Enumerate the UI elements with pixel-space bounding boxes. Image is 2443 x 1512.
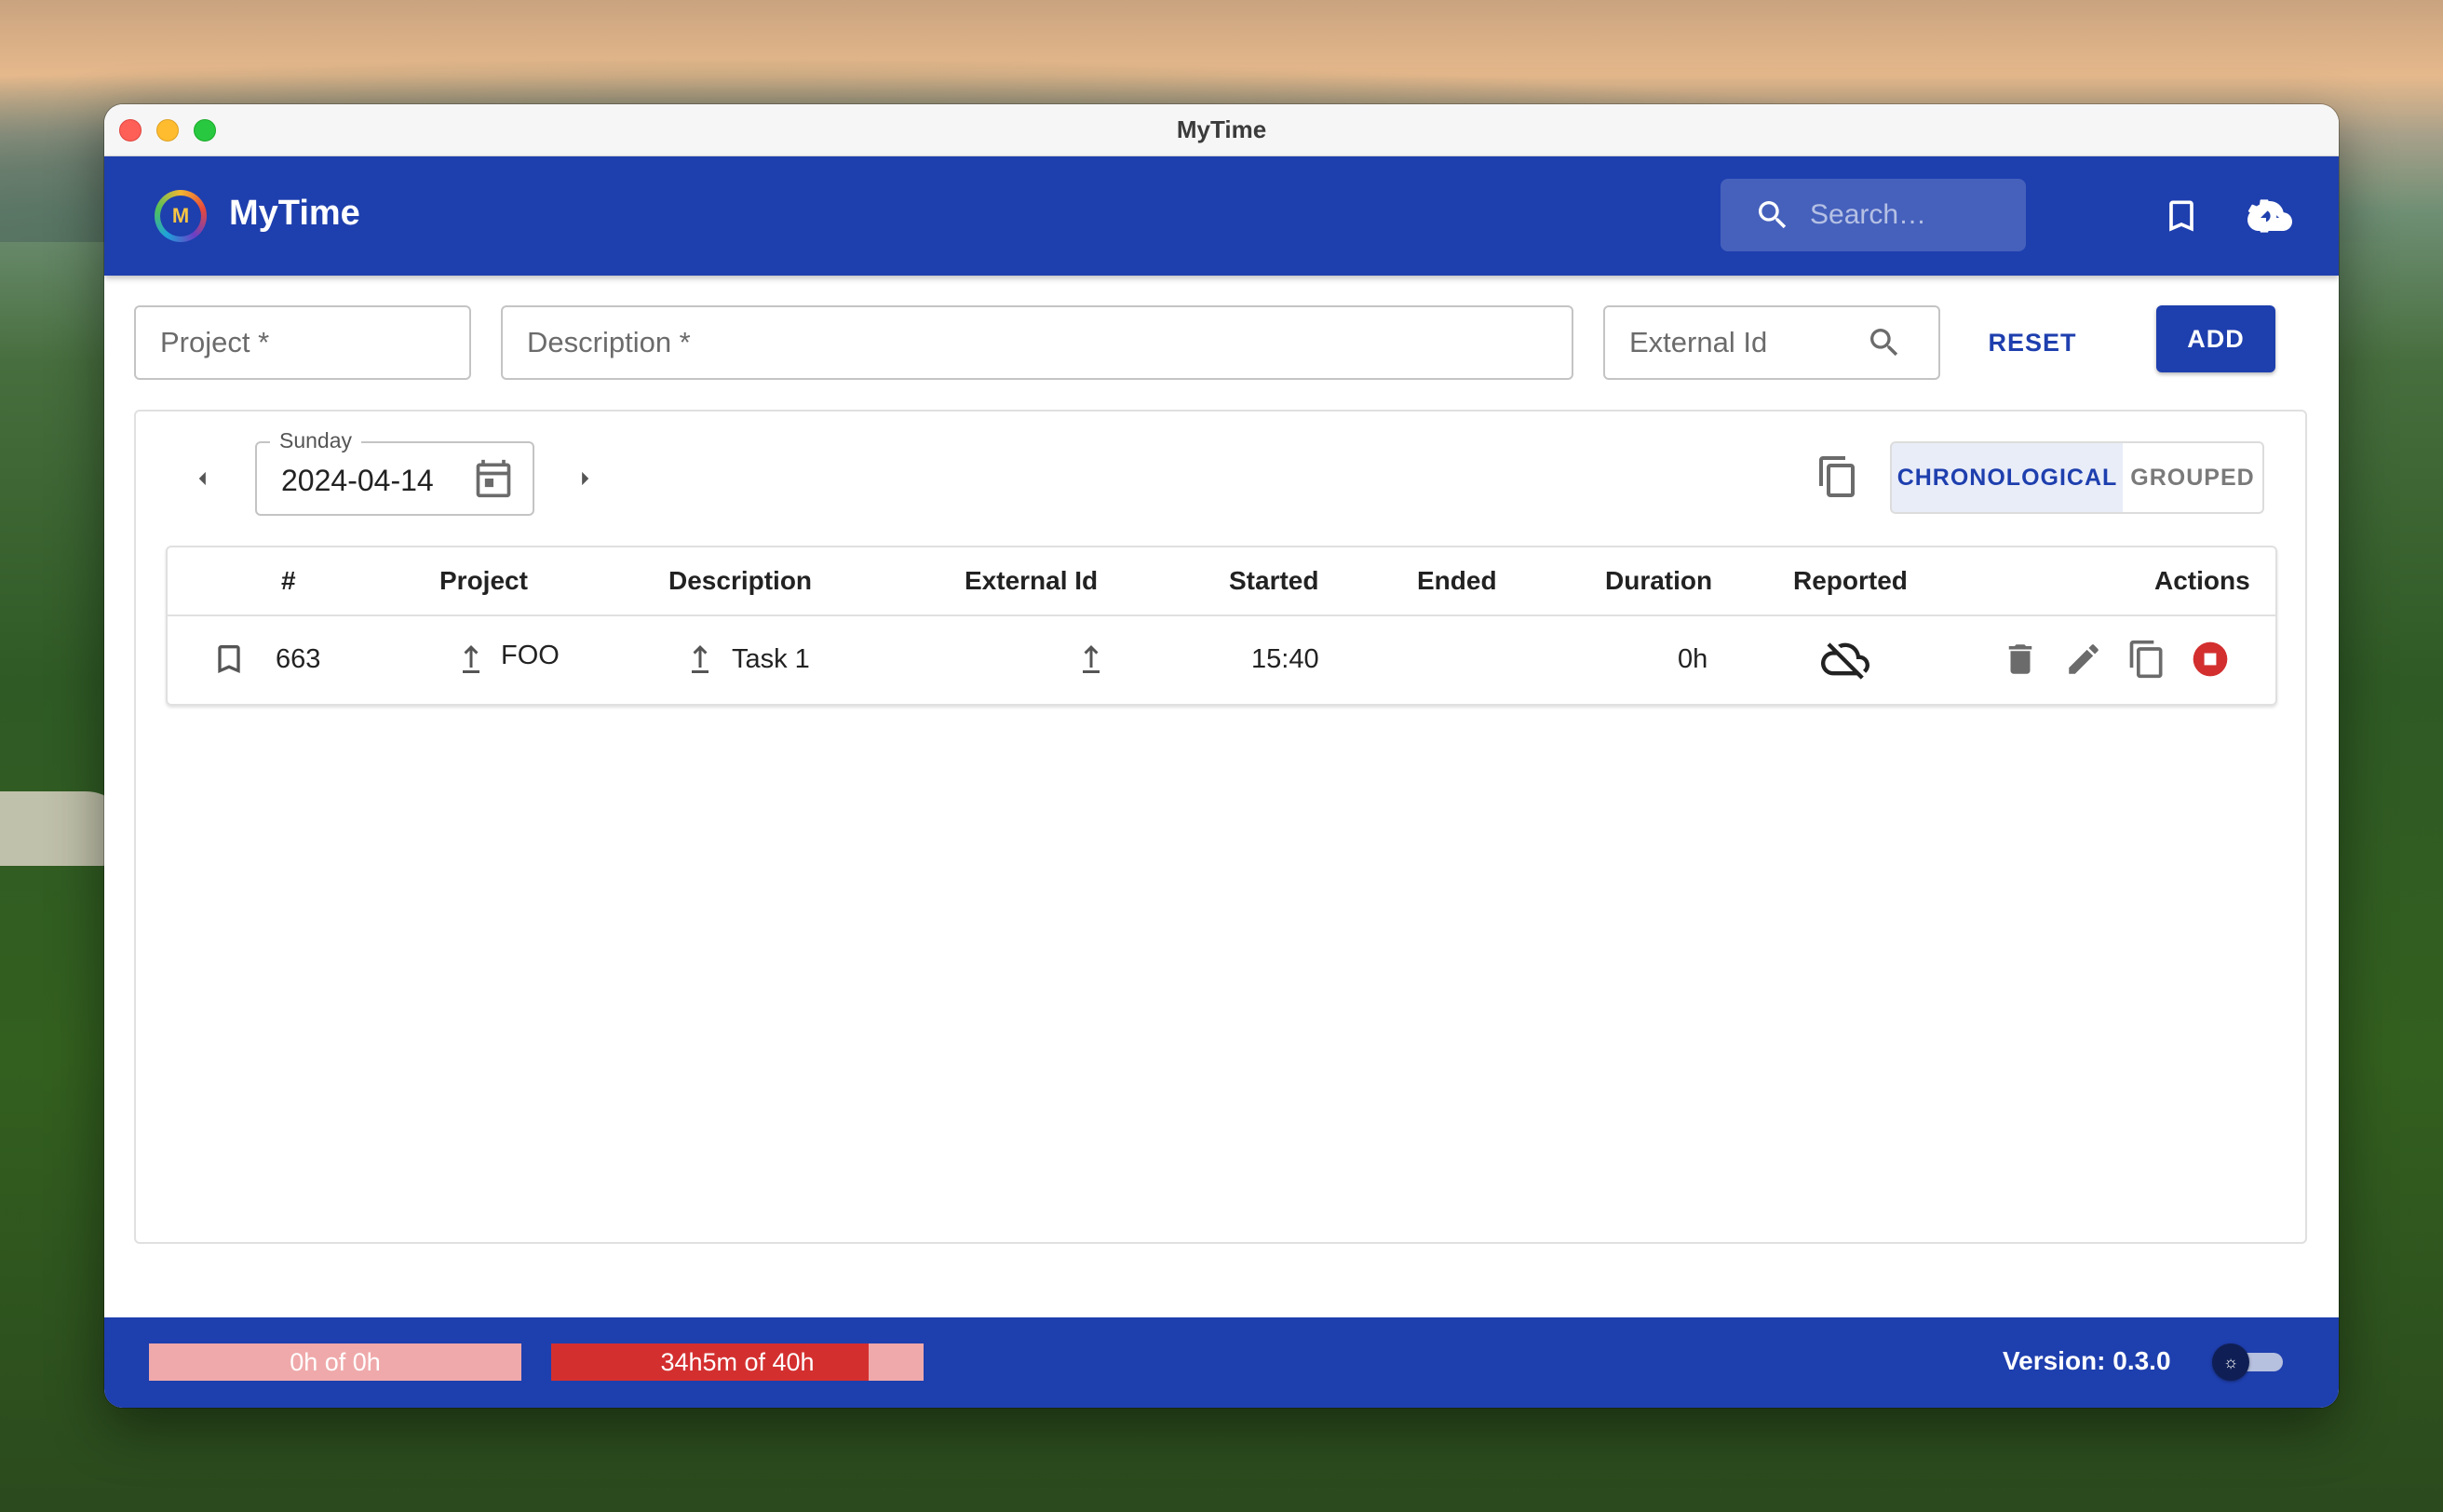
date-picker[interactable]: Sunday 2024-04-14 [255,428,534,516]
project-field[interactable] [134,305,471,380]
calendar-icon[interactable] [473,458,514,499]
external-id-search-icon[interactable] [1866,324,1903,361]
table-row: 663 FOO Task 1 15:40 0h [168,616,2275,706]
caret-right-icon [582,471,589,486]
date-value[interactable]: 2024-04-14 [281,464,434,498]
app-bar: M MyTime [104,156,2339,276]
app-window: MyTime M MyTime RESET A [104,104,2339,1408]
reset-button[interactable]: RESET [1972,313,2093,372]
week-progress-bar: 34h5m of 40h [551,1343,924,1381]
entries-panel: Sunday 2024-04-14 CHRONOLOGICAL GROUPED … [134,410,2307,1244]
entry-duration: 0h [1678,644,1708,674]
search-box[interactable] [1721,179,2026,251]
upload-description-icon[interactable] [682,641,719,678]
entry-project: FOO [501,641,560,670]
app-logo: M [155,190,207,242]
description-field[interactable] [501,305,1573,380]
upload-external-id-icon[interactable] [1073,641,1110,678]
copy-day-button[interactable] [1815,454,1860,504]
header-started: Started [1229,566,1319,595]
header-reported: Reported [1793,566,1908,595]
entry-id: 663 [276,644,321,674]
previous-day-button[interactable] [184,460,222,497]
header-external-id: External Id [965,566,1099,595]
header-project: Project [439,566,528,595]
search-icon [1759,201,1787,229]
add-button[interactable]: ADD [2156,305,2275,372]
upload-project-icon[interactable] [452,641,490,678]
header-number: # [281,566,296,595]
header-actions: Actions [2154,566,2250,595]
table-header: # Project Description External Id Starte… [168,547,2275,616]
entries-table: # Project Description External Id Starte… [166,546,2277,706]
header-description: Description [668,566,813,595]
window-title: MyTime [1176,115,1267,143]
bookmark-icon[interactable] [2159,194,2204,238]
project-input[interactable] [160,326,469,359]
edit-icon[interactable] [2063,639,2104,680]
sun-icon: ☼ [2212,1343,2249,1381]
version-label: Version: 0.3.0 [2003,1346,2171,1375]
minimize-window-button[interactable] [156,119,179,142]
week-progress-label: 34h5m of 40h [660,1347,815,1376]
description-input[interactable] [527,326,1572,359]
day-progress-label: 0h of 0h [290,1347,381,1376]
window-controls [119,119,216,142]
close-window-button[interactable] [119,119,142,142]
app-name: MyTime [229,194,360,233]
entry-description: Task 1 [732,644,810,674]
delete-icon[interactable] [2000,639,2041,680]
next-day-button[interactable] [566,460,603,497]
search-input[interactable] [1810,199,2015,231]
external-id-input[interactable] [1629,326,1883,359]
weekday-label: Sunday [270,428,362,453]
theme-toggle[interactable]: ☼ [2212,1343,2287,1381]
zoom-window-button[interactable] [194,119,216,142]
caret-left-icon [198,471,206,486]
header-ended: Ended [1417,566,1497,595]
day-progress-bar: 0h of 0h [149,1343,521,1381]
entry-started: 15:40 [1251,644,1319,674]
stop-icon[interactable] [2190,639,2231,680]
app-logo-mark: M [160,196,201,236]
cloud-off-icon [1819,635,1871,683]
external-id-field[interactable] [1603,305,1940,380]
copy-icon [1819,456,1855,497]
main-content: RESET ADD Sunday 2024-04-14 CHRONOLOGICA… [104,276,2339,1408]
bookmark-entry-icon[interactable] [209,639,250,680]
chronological-toggle[interactable]: CHRONOLOGICAL [1890,441,2125,514]
gear-icon[interactable] [2242,194,2287,238]
header-duration: Duration [1605,566,1713,595]
title-bar: MyTime [104,104,2339,156]
duplicate-icon[interactable] [2126,639,2167,680]
footer-bar: 0h of 0h 34h5m of 40h Version: 0.3.0 ☼ [104,1317,2339,1408]
grouped-toggle[interactable]: GROUPED [2123,441,2264,514]
